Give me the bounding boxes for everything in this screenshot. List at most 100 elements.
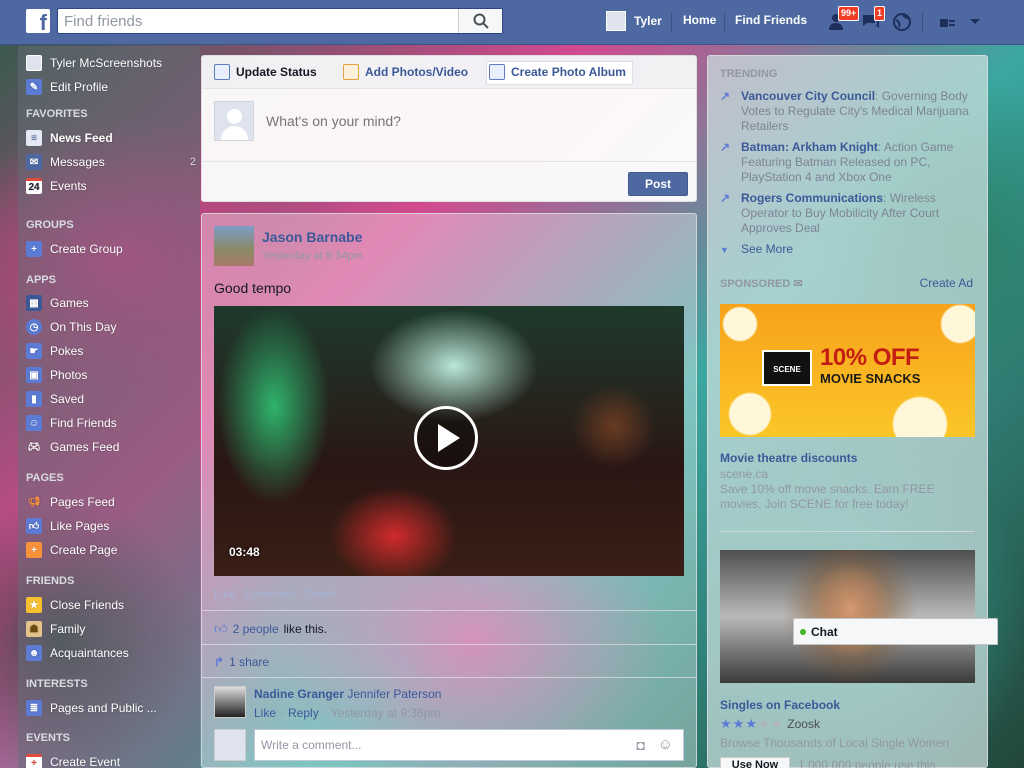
messages-icon: ✉	[26, 154, 42, 170]
notifications-button[interactable]	[891, 11, 913, 33]
sidebar-item-label: Acquaintances	[50, 646, 129, 660]
search-input[interactable]	[58, 9, 458, 33]
sidebar-item-like-pages[interactable]: 👍︎ Like Pages	[26, 517, 196, 535]
sidebar-item-find-friends[interactable]: ☺ Find Friends	[26, 414, 196, 432]
ad-title-link[interactable]: Singles on Facebook	[720, 698, 970, 712]
privacy-shortcuts-button[interactable]	[936, 11, 958, 33]
sidebar-item-label: Pages and Public ...	[50, 701, 157, 715]
trend-title[interactable]: Rogers Communications	[741, 191, 883, 205]
sidebar-item-create-page[interactable]: + Create Page	[26, 541, 196, 559]
trending-item[interactable]: ↗ Batman: Arkham Knight: Action Game Fea…	[720, 140, 970, 185]
status-input[interactable]	[266, 113, 666, 129]
sidebar-item-photos[interactable]: ▣ Photos	[26, 366, 196, 384]
ad-choices-icon[interactable]: ✉	[793, 278, 802, 290]
acquaintances-icon: ☻	[26, 645, 42, 661]
account-menu-button[interactable]	[964, 11, 986, 33]
sidebar-item-edit-profile[interactable]: ✎ Edit Profile	[26, 78, 196, 96]
sidebar-item-saved[interactable]: ▮ Saved	[26, 390, 196, 408]
emoji-icon[interactable]: ☺	[658, 736, 673, 753]
tab-update-status[interactable]: Update Status	[214, 64, 317, 80]
avatar[interactable]	[214, 226, 254, 266]
trending-item[interactable]: ↗ Rogers Communications: Wireless Operat…	[720, 191, 970, 236]
avatar	[606, 11, 626, 31]
pencil-icon: ✎	[26, 79, 42, 95]
sidebar-item-label: Games Feed	[50, 440, 120, 454]
shares-count-link[interactable]: 1 share	[229, 655, 269, 669]
sidebar-item-games-feed[interactable]: 🎮︎ Games Feed	[26, 438, 196, 456]
video-player[interactable]: 03:48	[214, 306, 684, 576]
unread-count: 2	[189, 156, 196, 168]
ad-image-singles[interactable]	[720, 550, 975, 683]
sidebar-item-label: Saved	[50, 392, 85, 406]
tab-create-photo-album[interactable]: Create Photo Album	[486, 61, 633, 85]
play-button[interactable]	[414, 406, 478, 470]
likes-count-link[interactable]: 2 people	[233, 622, 279, 636]
trending-item[interactable]: ↗ Vancouver City Council: Governing Body…	[720, 89, 970, 134]
sidebar-item-profile[interactable]: Tyler McScreenshots	[26, 54, 196, 72]
friend-requests-button[interactable]: 99+	[828, 6, 860, 33]
avatar[interactable]	[214, 686, 246, 718]
sidebar-item-acquaintances[interactable]: ☻ Acquaintances	[26, 644, 196, 662]
avatar	[214, 101, 254, 141]
facebook-logo[interactable]: f	[26, 9, 50, 33]
sidebar-item-news-feed[interactable]: ≡ News Feed	[26, 129, 196, 147]
sidebar-item-family[interactable]: ☗ Family	[26, 620, 196, 638]
sidebar-item-messages[interactable]: ✉ Messages 2	[26, 153, 196, 171]
globe-icon	[893, 13, 911, 31]
home-link[interactable]: Home	[683, 13, 716, 27]
tab-label: Add Photos/Video	[365, 65, 469, 79]
post-button[interactable]: Post	[628, 172, 688, 196]
use-now-button[interactable]: Use Now	[720, 757, 790, 768]
see-more-link[interactable]: ▼ See More	[720, 242, 970, 257]
ad-subline: MOVIE SNACKS	[820, 371, 921, 386]
sidebar-item-events[interactable]: 24 Events	[26, 177, 196, 195]
messages-button[interactable]: 1	[860, 6, 886, 33]
tab-label: Create Photo Album	[511, 65, 626, 79]
calendar-icon: 24	[26, 178, 42, 194]
pencil-icon	[214, 64, 230, 80]
sidebar-item-on-this-day[interactable]: ◷ On This Day	[26, 318, 196, 336]
video-duration: 03:48	[229, 545, 260, 559]
sponsored-label: SPONSORED	[720, 278, 791, 290]
camera-icon[interactable]: ◘	[637, 737, 645, 753]
section-header-pages: PAGES	[26, 472, 64, 484]
sidebar-item-games[interactable]: ▦ Games	[26, 294, 196, 312]
ad-image-scene[interactable]: SCENE 10% OFF MOVIE SNACKS	[720, 304, 975, 437]
story-author-link[interactable]: Jason Barnabe	[262, 229, 362, 245]
sidebar-item-label: Photos	[50, 368, 88, 382]
comment-like-link[interactable]: Like	[254, 706, 276, 720]
ad-title-link[interactable]: Movie theatre discounts	[720, 451, 970, 465]
like-link[interactable]: Like	[214, 587, 236, 601]
find-friends-link[interactable]: Find Friends	[735, 13, 807, 27]
section-header-friends: FRIENDS	[26, 575, 75, 587]
trend-title[interactable]: Batman: Arkham Knight	[741, 140, 878, 154]
profile-link[interactable]: Tyler	[606, 10, 662, 32]
megaphone-icon: 📢︎	[27, 496, 41, 508]
bookmark-icon: ▮	[26, 391, 42, 407]
comment-input[interactable]	[255, 730, 615, 760]
story-timestamp[interactable]: Yesterday at 9:34pm	[262, 250, 363, 262]
trend-title[interactable]: Vancouver City Council	[741, 89, 875, 103]
comment-text[interactable]: Jennifer Paterson	[347, 687, 441, 701]
sidebar-item-pokes[interactable]: ☛ Pokes	[26, 342, 196, 360]
comment-reply-link[interactable]: Reply	[288, 706, 319, 720]
sidebar-item-close-friends[interactable]: ★ Close Friends	[26, 596, 196, 614]
share-link[interactable]: Share	[304, 587, 336, 601]
comment-author-link[interactable]: Nadine Granger	[254, 687, 344, 701]
user-name: Tyler	[634, 14, 662, 28]
chat-tab[interactable]: Chat	[793, 618, 998, 645]
sidebar-item-create-group[interactable]: + Create Group	[26, 240, 196, 258]
tab-add-photos-video[interactable]: Add Photos/Video	[343, 64, 468, 80]
create-ad-link[interactable]: Create Ad	[920, 276, 973, 290]
star-icon: ★	[757, 716, 770, 731]
composer-body	[214, 101, 666, 141]
comment-timestamp[interactable]: Yesterday at 9:36pm	[331, 706, 441, 720]
sidebar-item-pages-and-public[interactable]: ≣ Pages and Public ...	[26, 699, 196, 717]
search-button[interactable]	[458, 9, 502, 33]
sidebar-item-create-event[interactable]: + Create Event	[26, 753, 196, 768]
play-icon	[438, 424, 460, 452]
comment-link[interactable]: Comment	[244, 587, 296, 601]
photo-icon	[343, 64, 359, 80]
chevron-down-icon: ▼	[720, 245, 729, 255]
sidebar-item-pages-feed[interactable]: 📢︎ Pages Feed	[26, 493, 196, 511]
